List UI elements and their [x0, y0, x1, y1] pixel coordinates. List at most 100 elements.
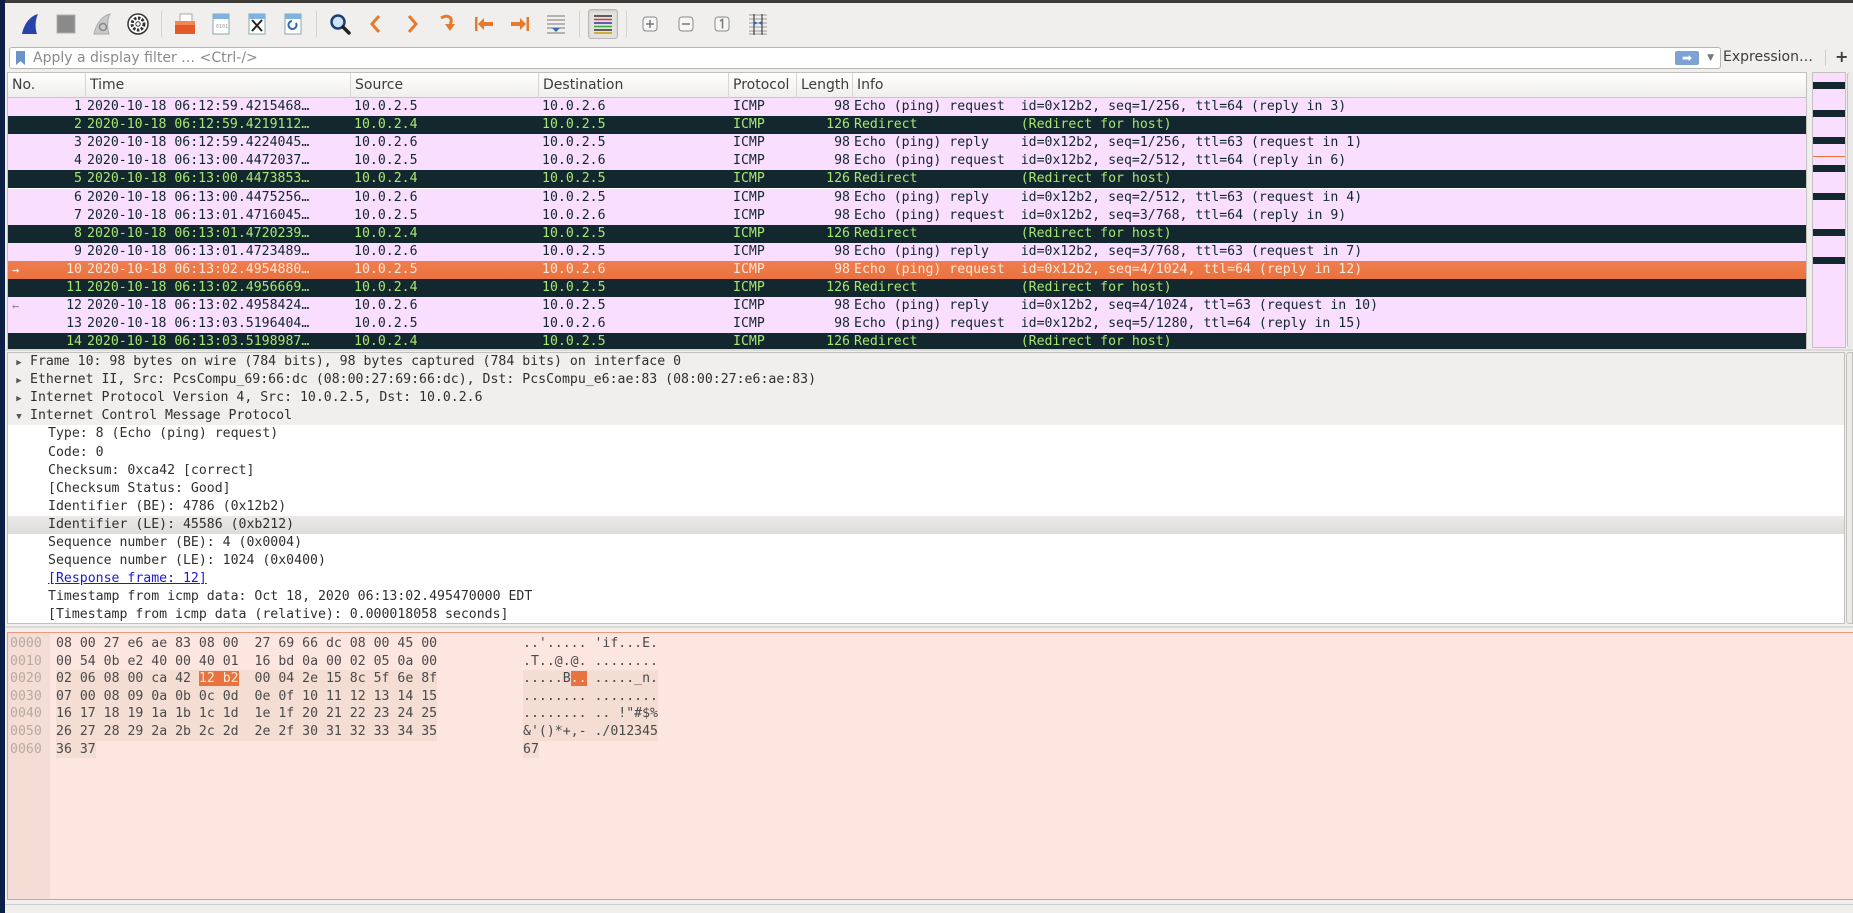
ascii-group: ....._n.	[594, 671, 659, 687]
packet-row[interactable]: 9 2020-10-18 06:13:01.4723489… 10.0.2.6 10.…	[8, 242, 1806, 261]
packet-row[interactable]: 1 2020-10-18 06:12:59.4215468… 10.0.2.5 10.…	[8, 98, 1806, 116]
display-filter-placeholder[interactable]: Apply a display filter … <Ctrl-/>	[33, 50, 1675, 66]
hex-bytes[interactable]: 26 27 28 29 2a 2b 2c 2d 2e 2f 30 31 32 3…	[56, 723, 438, 741]
expression-button[interactable]: Expression…	[1723, 49, 1813, 65]
packet-row[interactable]: 4 2020-10-18 06:13:00.4472037… 10.0.2.5 10.…	[8, 152, 1806, 171]
detail-tree-node[interactable]: ▶ Frame 10: 98 bytes on wire (784 bits), …	[8, 353, 1844, 371]
column-header-no[interactable]: No.	[8, 73, 86, 98]
packet-list[interactable]: No. Time Source Destination Protocol Len…	[7, 72, 1807, 350]
find-packet-button[interactable]	[325, 9, 355, 39]
stop-capture-button[interactable]	[51, 9, 81, 39]
filter-history-dropdown-icon[interactable]: ▼	[1707, 53, 1714, 63]
detail-tree-field[interactable]: Type: 8 (Echo (ping) request)	[8, 425, 1844, 443]
packet-details-tree[interactable]: ▶ Frame 10: 98 bytes on wire (784 bits), …	[7, 352, 1845, 624]
detail-tree-field[interactable]: [Response frame: 12]	[8, 570, 1844, 588]
hex-bytes[interactable]: 00 54 0b e2 40 00 40 01 16 bd 0a 00 02 0…	[56, 653, 437, 671]
ascii-bytes[interactable]: &'()*+,- ./012345	[523, 723, 659, 741]
pane-splitter[interactable]	[5, 626, 1853, 628]
column-header-info[interactable]: Info	[853, 73, 1806, 98]
hex-bytes[interactable]: 07 00 08 09 0a 0b 0c 0d 0e 0f 10 11 12 1…	[56, 687, 438, 706]
detail-tree-node[interactable]: ▶ Ethernet II, Src: PcsCompu_69:66:dc (08…	[8, 371, 1844, 390]
save-file-button[interactable]: 0101	[206, 9, 236, 39]
hex-bytes[interactable]: 02 06 08 00 ca 42 12 b2 00 04 2e 15 8c 5…	[56, 670, 438, 688]
auto-scroll-button[interactable]	[541, 9, 571, 39]
column-header-time[interactable]: Time	[86, 73, 351, 98]
go-first-packet-button[interactable]	[469, 9, 499, 39]
packet-row[interactable]: 6 2020-10-18 06:13:00.4475256… 10.0.2.6 10.…	[8, 188, 1806, 207]
packet-row[interactable]: 13 2020-10-18 06:13:03.5196404… 10.0.2.5 10…	[8, 315, 1806, 334]
packet-row[interactable]: 2 2020-10-18 06:12:59.4219112… 10.0.2.4 10.…	[8, 116, 1806, 135]
go-last-packet-button[interactable]	[505, 9, 535, 39]
filter-bookmark-icon[interactable]	[16, 51, 25, 65]
normal-size-button[interactable]	[707, 9, 737, 39]
column-header-length[interactable]: Length	[797, 73, 853, 98]
ascii-bytes[interactable]: ........ ........	[523, 687, 659, 706]
detail-tree-field[interactable]: Checksum: 0xca42 [correct]	[8, 462, 1844, 480]
packet-cell-time: 2020-10-18 06:13:01.4716045…	[86, 207, 351, 225]
detail-tree-field[interactable]: [Checksum Status: Good]	[8, 480, 1844, 498]
column-header-destination[interactable]: Destination	[539, 73, 729, 98]
go-forward-button[interactable]	[397, 9, 427, 39]
collapsed-triangle-icon[interactable]: ▶	[12, 390, 26, 408]
colorize-button[interactable]	[588, 9, 618, 39]
start-capture-button[interactable]	[15, 9, 45, 39]
packet-row[interactable]: ← 12 2020-10-18 06:13:02.4958424… 10.0.2.6 1…	[8, 297, 1806, 316]
apply-filter-arrow-icon[interactable]: ➡	[1675, 51, 1700, 65]
ascii-bytes[interactable]: .....B.. ....._n.	[523, 670, 659, 688]
detail-tree-field[interactable]: Sequence number (LE): 1024 (0x0400)	[8, 552, 1844, 570]
detail-tree-node[interactable]: ▼ Internet Control Message Protocol	[8, 407, 1844, 426]
go-to-packet-button[interactable]	[433, 9, 463, 39]
packet-row[interactable]: 5 2020-10-18 06:13:00.4473853… 10.0.2.4 10.…	[8, 170, 1806, 189]
detail-tree-field[interactable]: Code: 0	[8, 444, 1844, 462]
packet-row[interactable]: 14 2020-10-18 06:13:03.5198987… 10.0.2.4 10…	[8, 333, 1806, 350]
packet-cell-info-text: Echo (ping) request id=0x12b2, seq=4/102…	[854, 261, 1363, 277]
ascii-bytes[interactable]: ..'..... 'if...E.	[523, 635, 658, 653]
hex-bytes[interactable]: 08 00 27 e6 ae 83 08 00 27 69 66 dc 08 0…	[56, 635, 437, 653]
packet-cell-no: 11	[8, 279, 86, 297]
column-header-source[interactable]: Source	[351, 73, 539, 98]
packet-row[interactable]: 7 2020-10-18 06:13:01.4716045… 10.0.2.5 10.…	[8, 206, 1806, 225]
packet-row[interactable]: 11 2020-10-18 06:13:02.4956669… 10.0.2.4 10…	[8, 279, 1806, 297]
detail-tree-field[interactable]: Identifier (BE): 4786 (0x12b2)	[8, 498, 1844, 516]
detail-tree-field[interactable]: Sequence number (BE): 4 (0x0004)	[8, 534, 1844, 552]
packet-row[interactable]: 3 2020-10-18 06:12:59.4224045… 10.0.2.6 10.…	[8, 134, 1806, 153]
detail-tree-field[interactable]: Timestamp from icmp data: Oct 18, 2020 0…	[8, 588, 1844, 606]
close-file-button[interactable]	[242, 9, 272, 39]
restart-capture-button[interactable]	[87, 9, 117, 39]
zoom-in-button[interactable]	[635, 9, 665, 39]
packet-row[interactable]: → 10 2020-10-18 06:13:02.4954880… 10.0.2.5 1…	[8, 260, 1806, 279]
capture-options-button[interactable]	[123, 9, 153, 39]
packet-row[interactable]: 8 2020-10-18 06:13:01.4720239… 10.0.2.4 10.…	[8, 224, 1806, 243]
resize-columns-button[interactable]	[743, 9, 773, 39]
detail-tree-field[interactable]: Identifier (LE): 45586 (0xb212)	[8, 515, 1844, 534]
packet-cell-len: 126	[797, 170, 853, 188]
ascii-bytes[interactable]: .T..@.@. ........	[523, 653, 658, 671]
packet-cell-no-text: 13	[66, 316, 82, 332]
detail-tree-field[interactable]: [Timestamp from icmp data (relative): 0.…	[8, 606, 1844, 623]
open-file-button[interactable]	[170, 9, 200, 39]
packet-cell-dst: 10.0.2.5	[539, 170, 729, 188]
go-back-button[interactable]	[361, 9, 391, 39]
add-filter-button[interactable]: +	[1835, 47, 1848, 66]
ascii-group: ........	[594, 688, 659, 704]
column-header-protocol[interactable]: Protocol	[729, 73, 797, 98]
ascii-bytes[interactable]: ........ .. !"#$%	[523, 705, 659, 723]
reload-file-button[interactable]	[278, 9, 308, 39]
packet-bytes-pane[interactable]: 0000 08 00 27 e6 ae 83 08 00 27 69 66 dc …	[7, 632, 1853, 900]
collapsed-triangle-icon[interactable]: ▶	[12, 372, 26, 390]
packet-details-scrollbar[interactable]	[1846, 352, 1853, 624]
zoom-out-button[interactable]	[671, 9, 701, 39]
pane-splitter[interactable]	[5, 349, 1853, 351]
ascii-bytes[interactable]: 67	[523, 740, 539, 759]
collapsed-triangle-icon[interactable]: ▶	[12, 354, 26, 372]
hex-bytes[interactable]: 16 17 18 19 1a 1b 1c 1d 1e 1f 20 21 22 2…	[56, 705, 438, 723]
display-filter-input[interactable]: Apply a display filter … <Ctrl-/> ➡ ▼	[9, 47, 1721, 69]
packet-list-minimap[interactable]	[1812, 72, 1846, 348]
packet-list-scrollbar[interactable]	[1847, 72, 1853, 348]
packet-cell-src-text: 10.0.2.4	[354, 334, 418, 350]
detail-tree-node[interactable]: ▶ Internet Protocol Version 4, Src: 10.0.…	[8, 389, 1844, 408]
ascii-group: ........	[523, 688, 587, 704]
hex-bytes[interactable]: 36 37	[56, 740, 96, 759]
expanded-triangle-icon[interactable]: ▼	[12, 408, 26, 426]
response-frame-link[interactable]: [Response frame: 12]	[48, 571, 207, 586]
